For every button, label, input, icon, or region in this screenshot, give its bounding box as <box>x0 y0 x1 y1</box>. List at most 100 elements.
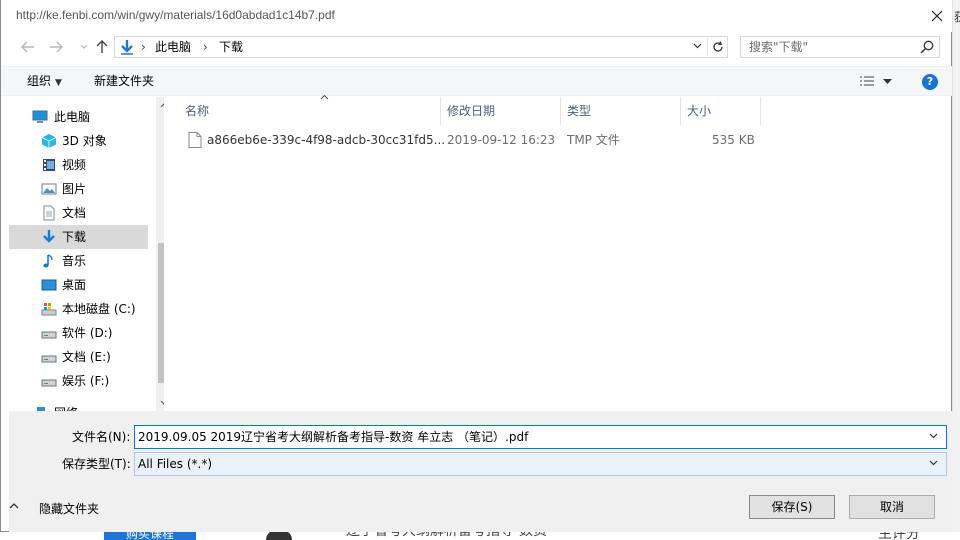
buy-course-button[interactable]: 购买课程 <box>104 532 196 540</box>
change-view-button[interactable] <box>859 74 899 90</box>
filetype-label: 保存类型(T): <box>62 457 131 471</box>
scroll-down-button[interactable] <box>156 397 164 411</box>
chevron-up-icon <box>9 501 19 512</box>
new-folder-button[interactable]: 新建文件夹 <box>94 74 154 88</box>
sidebar-item-label: 此电脑 <box>54 110 91 124</box>
forward-button[interactable] <box>47 36 65 58</box>
sidebar-item-documents[interactable]: 文档 <box>9 201 148 225</box>
file-modified: 2019-09-12 16:23 <box>447 133 556 147</box>
column-header-modified[interactable]: 修改日期 <box>441 97 561 125</box>
column-header-type[interactable]: 类型 <box>561 97 681 125</box>
sidebar-item-label: 软件 (D:) <box>62 326 113 340</box>
sidebar-item-music[interactable]: 音乐 <box>9 249 148 273</box>
sidebar-item-pictures[interactable]: 图片 <box>9 177 148 201</box>
sort-ascending-icon <box>320 93 329 103</box>
pictures-icon <box>41 183 57 195</box>
file-list: 名称 修改日期 类型 大小 a866eb6e-339c-4f98-adcb-30… <box>164 94 952 411</box>
sidebar-item-label: 音乐 <box>62 254 87 268</box>
arrow-left-icon <box>21 41 34 53</box>
chevron-down-icon <box>693 43 701 49</box>
organize-label: 组织 <box>27 74 52 88</box>
address-dropdown-button[interactable] <box>689 39 705 55</box>
chevron-down-icon <box>80 44 88 49</box>
sidebar-item-label: 3D 对象 <box>62 134 107 148</box>
download-icon <box>121 40 133 55</box>
breadcrumb-separator-icon: › <box>141 40 146 54</box>
back-button[interactable] <box>19 36 37 58</box>
up-button[interactable] <box>93 36 111 58</box>
organize-menu-button[interactable]: 组织 ▼ <box>27 74 62 90</box>
documents-icon <box>43 205 55 221</box>
breadcrumb-separator-icon: › <box>203 40 208 54</box>
desktop-icon <box>41 279 57 291</box>
close-button[interactable] <box>925 4 949 28</box>
filename-label: 文件名(N): <box>72 430 131 444</box>
filename-value: 2019.09.05 2019辽宁省考大纲解析备考指导-数资 牟立志 （笔记）.… <box>138 430 529 444</box>
refresh-icon <box>712 41 723 52</box>
file-icon <box>188 132 202 148</box>
music-icon <box>43 254 53 268</box>
window-title: http://ke.fenbi.com/win/gwy/materials/16… <box>16 8 335 22</box>
sidebar-item-label: 文档 <box>62 206 87 220</box>
file-size: 535 KB <box>712 133 755 147</box>
column-header-name[interactable]: 名称 <box>179 94 441 125</box>
help-button[interactable]: ? <box>922 74 938 90</box>
filename-input[interactable]: 2019.09.05 2019辽宁省考大纲解析备考指导-数资 牟立志 （笔记）.… <box>134 425 947 449</box>
sidebar-item-videos[interactable]: 视频 <box>9 153 148 177</box>
save-button[interactable]: 保存(S) <box>749 495 835 519</box>
search-input[interactable]: 搜索"下载" <box>740 36 940 58</box>
download-icon <box>43 230 55 243</box>
details-view-icon <box>860 76 874 86</box>
sidebar-item-downloads[interactable]: 下载 <box>9 225 148 249</box>
sidebar-item-label: 下载 <box>62 230 87 244</box>
file-name: a866eb6e-339c-4f98-adcb-30cc31fd5... <box>207 133 446 147</box>
sidebar-item-drive-e[interactable]: 文档 (E:) <box>9 345 148 369</box>
sidebar-item-drive-d[interactable]: 软件 (D:) <box>9 321 148 345</box>
search-icon <box>920 40 934 54</box>
column-header-label: 大小 <box>687 104 712 118</box>
sidebar-item-desktop[interactable]: 桌面 <box>9 273 148 297</box>
save-form: 文件名(N): 2019.09.05 2019辽宁省考大纲解析备考指导-数资 牟… <box>9 411 953 532</box>
navigation-pane: 此电脑 3D 对象 视频 图片 文档 下载 音乐 桌面 本地磁盘 (C:) 软件… <box>9 97 164 411</box>
refresh-button[interactable] <box>707 38 727 56</box>
sidebar-item-network[interactable]: 网络 <box>9 401 148 411</box>
sidebar-item-label: 娱乐 (F:) <box>62 374 110 388</box>
video-icon <box>43 159 55 171</box>
breadcrumb-downloads[interactable]: 下载 <box>219 40 243 54</box>
column-header-label: 修改日期 <box>447 104 496 118</box>
arrow-right-icon <box>50 41 63 53</box>
recent-locations-button[interactable] <box>75 36 93 58</box>
chevron-down-icon[interactable] <box>929 430 938 444</box>
hide-folders-label: 隐藏文件夹 <box>39 502 100 516</box>
breadcrumb-this-pc[interactable]: 此电脑 <box>155 40 191 54</box>
table-row[interactable]: a866eb6e-339c-4f98-adcb-30cc31fd5... 201… <box>184 129 764 151</box>
column-header-label: 类型 <box>567 104 592 118</box>
navigation-scrollbar[interactable] <box>156 97 164 411</box>
background-edge-text: 获 <box>954 8 960 25</box>
save-as-dialog: http://ke.fenbi.com/win/gwy/materials/16… <box>0 0 953 532</box>
system-drive-icon <box>41 303 57 316</box>
title-bar[interactable]: http://ke.fenbi.com/win/gwy/materials/16… <box>1 0 952 32</box>
column-header-size[interactable]: 大小 <box>681 97 761 125</box>
search-placeholder: 搜索"下载" <box>749 40 809 54</box>
scroll-up-button[interactable] <box>156 99 164 113</box>
sidebar-item-label: 桌面 <box>62 278 87 292</box>
cancel-button[interactable]: 取消 <box>849 495 935 519</box>
sidebar-item-this-pc[interactable]: 此电脑 <box>9 105 148 129</box>
close-icon <box>931 10 943 22</box>
sidebar-item-3d-objects[interactable]: 3D 对象 <box>9 129 148 153</box>
3d-objects-icon <box>41 134 57 148</box>
drive-icon <box>41 331 57 339</box>
sidebar-item-label: 本地磁盘 (C:) <box>62 302 136 316</box>
sidebar-item-drive-c[interactable]: 本地磁盘 (C:) <box>9 297 148 321</box>
filetype-select[interactable]: All Files (*.*) <box>134 452 947 476</box>
sidebar-item-drive-f[interactable]: 娱乐 (F:) <box>9 369 148 393</box>
caret-down-icon: ▼ <box>55 78 62 88</box>
chevron-down-icon <box>929 457 938 471</box>
arrow-up-icon <box>96 40 108 53</box>
computer-icon <box>32 110 48 123</box>
sidebar-item-label: 视频 <box>62 158 87 172</box>
drive-icon <box>41 355 57 363</box>
address-bar[interactable]: › 此电脑 › 下载 <box>114 36 728 58</box>
sidebar-item-label: 图片 <box>62 182 87 196</box>
